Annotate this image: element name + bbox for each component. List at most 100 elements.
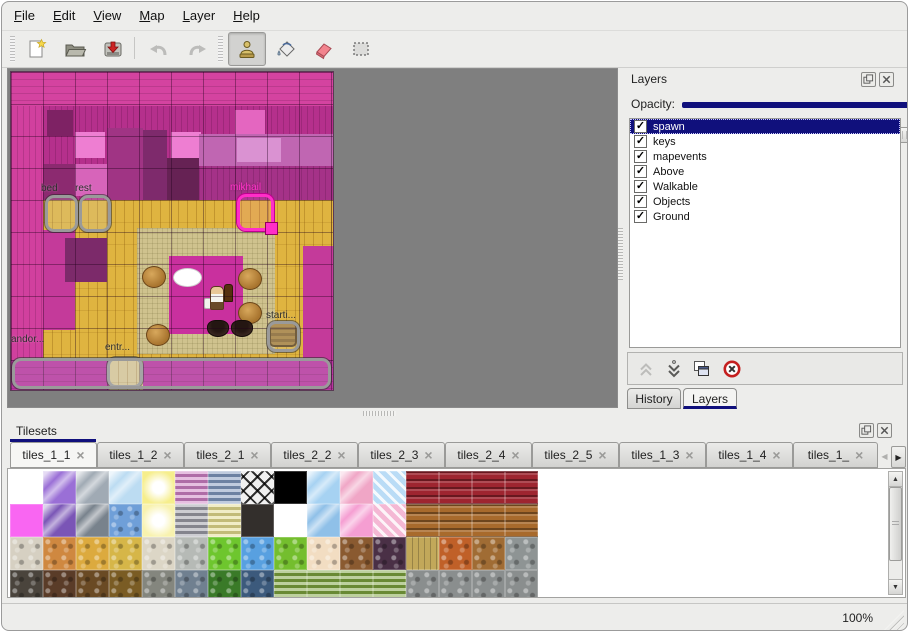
tileset-tab-tiles_1_4[interactable]: tiles_1_4 (706, 442, 793, 468)
scroll-up-button[interactable]: ▲ (889, 472, 902, 487)
layer-row-Objects[interactable]: Objects (630, 194, 900, 209)
tileset-tab-tiles_2_3[interactable]: tiles_2_3 (358, 442, 445, 468)
palette-tile-r2c15[interactable] (505, 537, 538, 570)
close-panel-button[interactable] (879, 72, 894, 87)
palette-tile-r0c12[interactable] (406, 471, 439, 504)
map-object-andor[interactable] (12, 358, 331, 389)
tab-layers[interactable]: Layers (683, 388, 737, 409)
tab-scroll-left-button[interactable]: ◀ (878, 446, 891, 466)
close-tab-icon[interactable] (511, 449, 519, 461)
map-object-starti[interactable] (267, 321, 300, 352)
bucket-fill-button[interactable] (266, 32, 304, 66)
map-object-rest[interactable] (79, 195, 111, 232)
palette-tile-r0c13[interactable] (439, 471, 472, 504)
palette-tile-r2c14[interactable] (472, 537, 505, 570)
palette-tile-r2c4[interactable] (142, 537, 175, 570)
layer-row-Ground[interactable]: Ground (630, 209, 900, 224)
palette-tile-r1c15[interactable] (505, 504, 538, 537)
palette-tile-r0c4[interactable] (142, 471, 175, 504)
tileset-view[interactable]: ▲ ▼ (7, 468, 906, 598)
opacity-slider[interactable] (682, 102, 908, 108)
palette-tile-r0c9[interactable] (307, 471, 340, 504)
duplicate-layer-button[interactable] (690, 357, 714, 381)
layer-row-mapevents[interactable]: mapevents (630, 149, 900, 164)
layer-visibility-checkbox[interactable] (634, 210, 647, 223)
map-object-bed[interactable] (45, 195, 78, 232)
palette-tile-r1c5[interactable] (175, 504, 208, 537)
palette-tile-r0c11[interactable] (373, 471, 406, 504)
layer-row-spawn[interactable]: spawn (630, 119, 900, 134)
rect-select-button[interactable] (342, 32, 380, 66)
menu-map[interactable]: Map (139, 8, 164, 23)
map-canvas[interactable]: bedrestmikhailstarti...entr...andor... (11, 72, 333, 390)
palette-tile-r1c10[interactable] (340, 504, 373, 537)
close-tab-icon[interactable] (424, 449, 432, 461)
palette-tile-r3c9[interactable] (307, 570, 340, 598)
palette-tile-r1c1[interactable] (43, 504, 76, 537)
menu-layer[interactable]: Layer (183, 8, 216, 23)
palette-tile-r0c7[interactable] (241, 471, 274, 504)
palette-tile-r3c2[interactable] (76, 570, 109, 598)
tileset-tab-tiles_1_[interactable]: tiles_1_ (793, 442, 878, 468)
palette-tile-r0c5[interactable] (175, 471, 208, 504)
palette-tile-r3c6[interactable] (208, 570, 241, 598)
map-view[interactable]: bedrestmikhailstarti...entr...andor... (7, 68, 618, 408)
close-tab-icon[interactable] (250, 449, 258, 461)
stamp-brush-button[interactable] (228, 32, 266, 66)
palette-tile-r2c1[interactable] (43, 537, 76, 570)
palette-tile-r0c2[interactable] (76, 471, 109, 504)
tab-scroll-right-button[interactable]: ▶ (891, 446, 906, 468)
raise-layer-button[interactable] (634, 357, 658, 381)
palette-tile-r1c14[interactable] (472, 504, 505, 537)
palette-tile-r3c1[interactable] (43, 570, 76, 598)
close-tab-icon[interactable] (598, 449, 606, 461)
toolbar-grip[interactable] (10, 36, 15, 62)
tileset-tab-tiles_1_2[interactable]: tiles_1_2 (97, 442, 184, 468)
palette-tile-r1c2[interactable] (76, 504, 109, 537)
close-tab-icon[interactable] (685, 449, 693, 461)
palette-tile-r3c3[interactable] (109, 570, 142, 598)
palette-tile-r2c5[interactable] (175, 537, 208, 570)
palette-tile-r1c9[interactable] (307, 504, 340, 537)
palette-tile-r0c1[interactable] (43, 471, 76, 504)
palette-tile-r3c10[interactable] (340, 570, 373, 598)
palette-tile-r0c0[interactable] (10, 471, 43, 504)
palette-tile-r3c5[interactable] (175, 570, 208, 598)
lower-layer-button[interactable] (662, 357, 686, 381)
palette-tile-r1c3[interactable] (109, 504, 142, 537)
palette-tile-r1c11[interactable] (373, 504, 406, 537)
palette-tile-r1c4[interactable] (142, 504, 175, 537)
close-tab-icon[interactable] (855, 449, 863, 461)
close-tab-icon[interactable] (76, 449, 84, 461)
layer-row-Above[interactable]: Above (630, 164, 900, 179)
palette-tile-r3c7[interactable] (241, 570, 274, 598)
object-resize-handle[interactable] (265, 222, 278, 235)
tileset-tab-tiles_1_3[interactable]: tiles_1_3 (619, 442, 706, 468)
palette-tile-r2c13[interactable] (439, 537, 472, 570)
float-panel-button[interactable] (859, 423, 874, 438)
palette-tile-r2c12[interactable] (406, 537, 439, 570)
eraser-button[interactable] (304, 32, 342, 66)
palette-tile-r0c3[interactable] (109, 471, 142, 504)
save-button[interactable] (94, 32, 132, 66)
palette-tile-r3c15[interactable] (505, 570, 538, 598)
palette-tile-r3c12[interactable] (406, 570, 439, 598)
new-file-button[interactable] (18, 32, 56, 66)
tileset-tab-tiles_1_1[interactable]: tiles_1_1 (10, 442, 97, 468)
palette-tile-r0c10[interactable] (340, 471, 373, 504)
resize-grip[interactable] (884, 610, 904, 630)
palette-tile-r1c13[interactable] (439, 504, 472, 537)
layer-row-Walkable[interactable]: Walkable (630, 179, 900, 194)
close-tab-icon[interactable] (337, 449, 345, 461)
close-panel-button[interactable] (877, 423, 892, 438)
scrollbar-thumb[interactable] (889, 487, 902, 561)
palette-tile-r1c0[interactable] (10, 504, 43, 537)
close-tab-icon[interactable] (163, 449, 171, 461)
palette-tile-r1c7[interactable] (241, 504, 274, 537)
palette-tile-r2c6[interactable] (208, 537, 241, 570)
palette-tile-r2c2[interactable] (76, 537, 109, 570)
layer-visibility-checkbox[interactable] (634, 150, 647, 163)
tab-history[interactable]: History (627, 388, 681, 409)
layer-visibility-checkbox[interactable] (634, 120, 647, 133)
palette-tile-r0c14[interactable] (472, 471, 505, 504)
